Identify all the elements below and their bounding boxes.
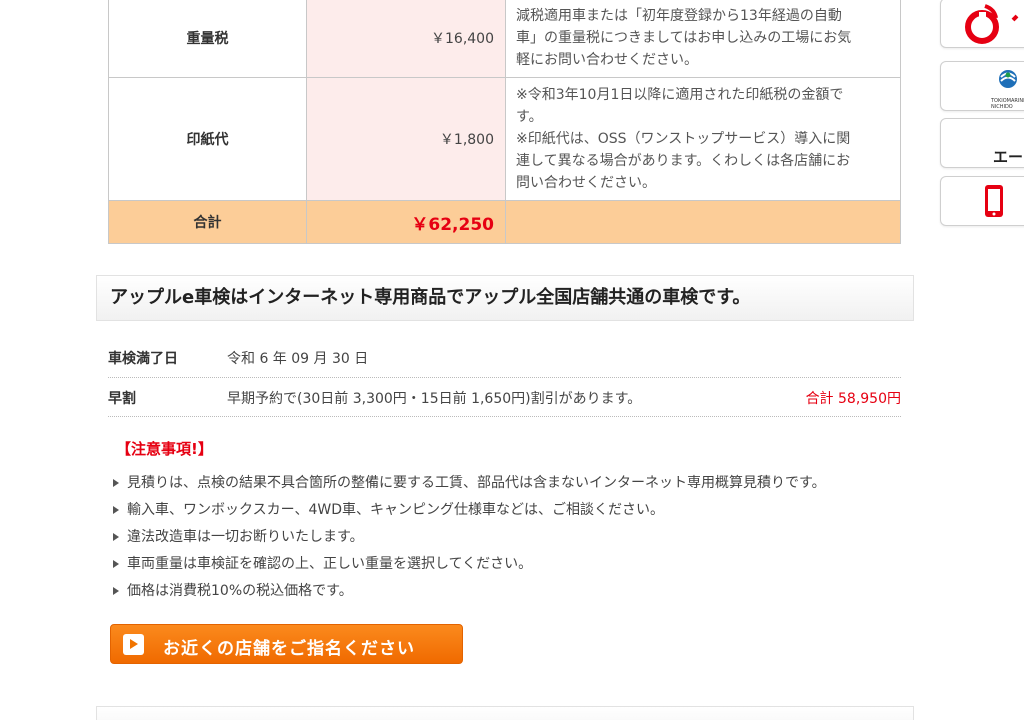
play-arrow-icon xyxy=(123,634,144,655)
fee-note: ※令和3年10月1日以降に適用された印紙税の金額で す。 ※印紙代は、OSS（ワ… xyxy=(505,77,901,201)
select-store-button-label: お近くの店舗をご指名ください xyxy=(163,639,415,658)
expiry-value: 令和 6 年 09 月 30 日 xyxy=(227,351,369,367)
info-row-expiry: 車検満了日 令和 6 年 09 月 30 日 xyxy=(108,338,901,378)
fee-label: 重量税 xyxy=(108,0,307,78)
notice-item-text: 輸入車、ワンボックスカー、4WD車、キャンピング仕様車などは、ご相談ください。 xyxy=(127,502,664,518)
bullet-arrow-icon xyxy=(113,560,119,568)
notice-item-text: 価格は消費税10%の税込価格です。 xyxy=(127,583,353,599)
side-link-phone[interactable] xyxy=(940,176,1024,226)
fee-price: ￥16,400 xyxy=(306,0,506,78)
notice-item-text: 見積りは、点検の結果不具合箇所の整備に要する工賃、部品代は含まないインターネット… xyxy=(127,475,826,491)
table-row: 印紙代 ￥1,800 ※令和3年10月1日以降に適用された印紙税の金額で す。 … xyxy=(108,77,901,201)
fee-price: ￥1,800 xyxy=(306,77,506,201)
notice-title: 【注意事項!】 xyxy=(116,440,213,458)
fee-table: 重量税 ￥16,400 減税適用車または「初年度登録から13年経過の自動 車」の… xyxy=(108,0,901,244)
notice-item-text: 違法改造車は一切お断りいたします。 xyxy=(127,529,364,545)
list-item: 価格は消費税10%の税込価格です。 xyxy=(110,580,826,607)
next-section-title-cutoff xyxy=(96,706,914,720)
fee-note: 減税適用車または「初年度登録から13年経過の自動 車」の重量税につきましてはお申… xyxy=(505,0,901,78)
total-note-empty xyxy=(505,200,901,244)
notice-list: 見積りは、点検の結果不具合箇所の整備に要する工賃、部品代は含まないインターネット… xyxy=(110,472,826,607)
early-total: 合計 58,950円 xyxy=(805,391,901,407)
bullet-arrow-icon xyxy=(113,479,119,487)
fee-note-text: ※令和3年10月1日以降に適用された印紙税の金額で す。 ※印紙代は、OSS（ワ… xyxy=(516,87,851,191)
total-label: 合計 xyxy=(108,200,307,244)
insurer-logo-text: TOKIOMARINE NICHIDO xyxy=(991,98,1024,110)
early-value: 早期予約で(30日前 3,300円・15日前 1,650円)割引があります。 xyxy=(227,391,642,407)
table-row: 重量税 ￥16,400 減税適用車または「初年度登録から13年経過の自動 車」の… xyxy=(108,0,901,78)
expiry-label: 車検満了日 xyxy=(108,351,178,367)
side-link-logo-red[interactable] xyxy=(940,0,1024,48)
table-total-row: 合計 ￥62,250 xyxy=(108,200,901,244)
select-store-button[interactable]: お近くの店舗をご指名ください xyxy=(110,624,463,664)
bullet-arrow-icon xyxy=(113,533,119,541)
side-link-label: エー xyxy=(993,148,1024,166)
side-link-tokio-marine[interactable]: TOKIOMARINE NICHIDO xyxy=(940,61,1024,111)
info-row-early-discount: 早割 早期予約で(30日前 3,300円・15日前 1,650円)割引があります… xyxy=(108,378,901,417)
total-price: ￥62,250 xyxy=(306,200,506,244)
fee-note-text: 減税適用車または「初年度登録から13年経過の自動 車」の重量税につきましてはお申… xyxy=(516,8,852,68)
bullet-arrow-icon xyxy=(113,587,119,595)
smartphone-icon xyxy=(985,185,1003,217)
fee-label: 印紙代 xyxy=(108,77,307,201)
bullet-arrow-icon xyxy=(113,506,119,514)
brand-logo-icon xyxy=(965,4,1019,44)
early-label: 早割 xyxy=(108,391,136,407)
section-title: アップルe車検はインターネット専用商品でアップル全国店舗共通の車検です。 xyxy=(96,275,914,321)
list-item: 見積りは、点検の結果不具合箇所の整備に要する工賃、部品代は含まないインターネット… xyxy=(110,472,826,499)
insurer-logo-icon xyxy=(999,70,1017,88)
list-item: 違法改造車は一切お断りいたします。 xyxy=(110,526,826,553)
notice-item-text: 車両重量は車検証を確認の上、正しい重量を選択してください。 xyxy=(127,556,533,572)
list-item: 輸入車、ワンボックスカー、4WD車、キャンピング仕様車などは、ご相談ください。 xyxy=(110,499,826,526)
list-item: 車両重量は車検証を確認の上、正しい重量を選択してください。 xyxy=(110,553,826,580)
side-link-text[interactable]: エー xyxy=(940,118,1024,168)
